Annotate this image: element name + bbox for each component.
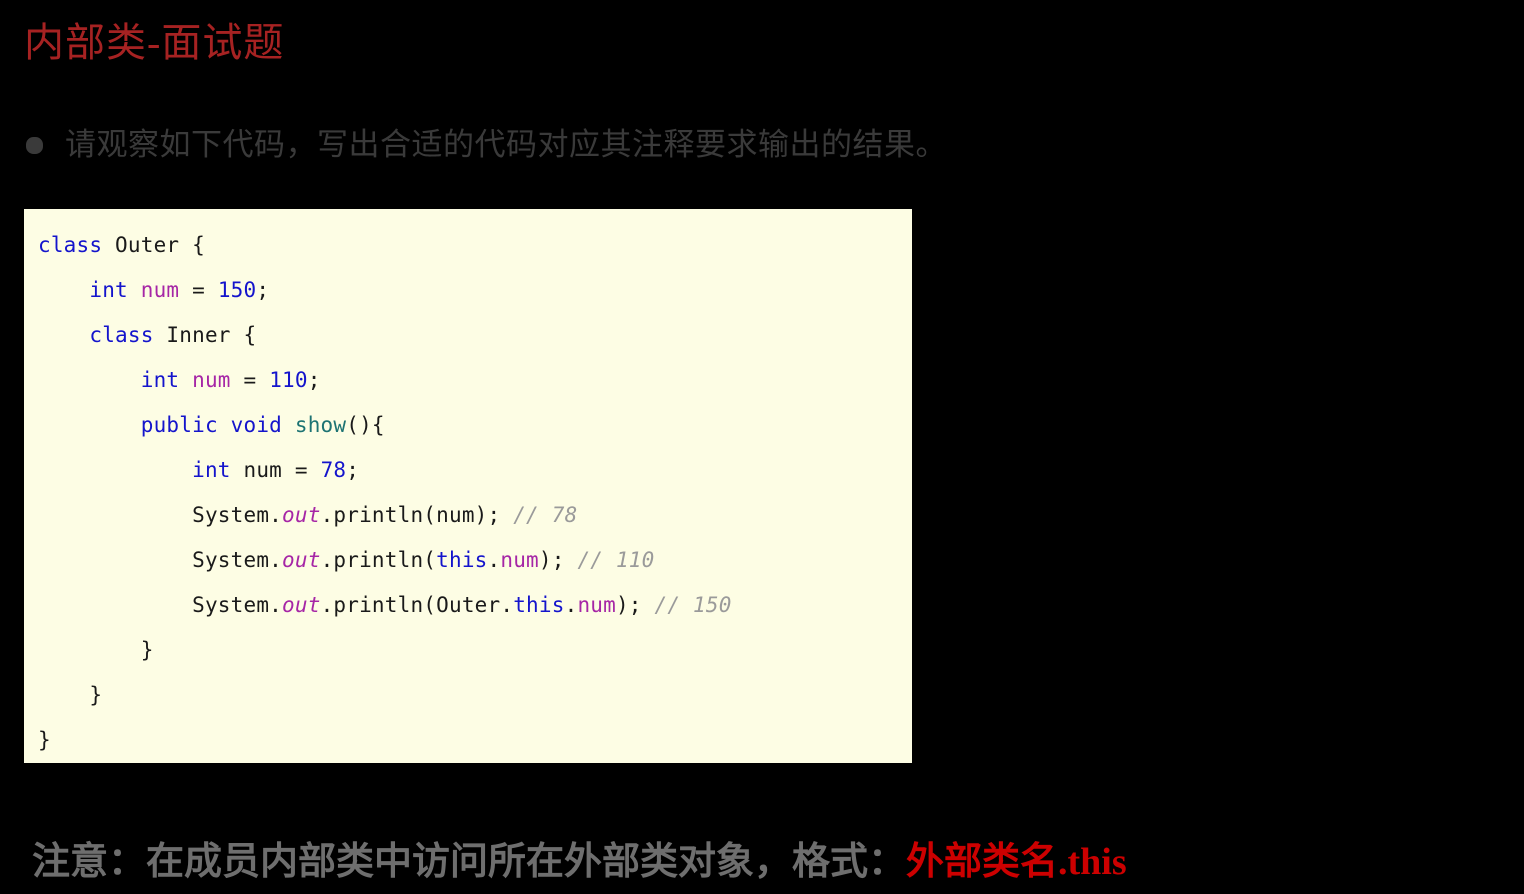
code-token-plain: .println(Outer. bbox=[320, 593, 514, 617]
code-token-plain: ; bbox=[256, 278, 270, 302]
code-token-plain: (){ bbox=[346, 413, 385, 437]
page-title: 内部类-面试题 bbox=[24, 20, 285, 65]
code-token-plain: System. bbox=[192, 548, 283, 572]
code-token-kw: public bbox=[140, 413, 218, 437]
code-token-static-f: out bbox=[282, 548, 321, 572]
bullet-point-icon bbox=[26, 136, 43, 154]
code-token-plain: ; bbox=[307, 368, 321, 392]
code-line: System.out.println(this.num); // 110 bbox=[38, 538, 912, 583]
code-token-static-f: out bbox=[282, 503, 321, 527]
code-token-plain: . bbox=[564, 593, 578, 617]
code-line: int num = 150; bbox=[38, 268, 912, 313]
code-token-num-lit: 110 bbox=[269, 368, 308, 392]
code-line: class Outer { bbox=[38, 223, 912, 268]
code-line: } bbox=[38, 718, 912, 763]
code-line: class Inner { bbox=[38, 313, 912, 358]
code-token-kw: class bbox=[38, 233, 103, 257]
code-token-plain: ); bbox=[615, 593, 655, 617]
bullet-item: 请观察如下代码，写出合适的代码对应其注释要求输出的结果。 bbox=[26, 124, 947, 166]
code-line: int num = 110; bbox=[38, 358, 912, 403]
code-token-kw: int bbox=[89, 278, 128, 302]
code-token-num-lit: 78 bbox=[320, 458, 347, 482]
code-token-plain: . bbox=[487, 548, 501, 572]
code-token-kw: this bbox=[513, 593, 565, 617]
code-token-kw: class bbox=[89, 323, 154, 347]
code-token-method: show bbox=[294, 413, 347, 437]
code-token-cmt: // 150 bbox=[654, 593, 732, 617]
code-line: System.out.println(num); // 78 bbox=[38, 493, 912, 538]
code-token-kw: int bbox=[192, 458, 231, 482]
code-line: int num = 78; bbox=[38, 448, 912, 493]
code-token-cmt: // 78 bbox=[513, 503, 578, 527]
code-token-field: num bbox=[192, 368, 231, 392]
code-token-static-f: out bbox=[282, 593, 321, 617]
bullet-item-label: 请观察如下代码，写出合适的代码对应其注释要求输出的结果。 bbox=[65, 127, 947, 162]
code-token-field: num bbox=[577, 593, 616, 617]
code-line: System.out.println(Outer.this.num); // 1… bbox=[38, 583, 912, 628]
code-line: } bbox=[38, 628, 912, 673]
code-token-kw: this bbox=[436, 548, 488, 572]
code-line: } bbox=[38, 673, 912, 718]
code-token-kw: int bbox=[140, 368, 180, 392]
code-token-plain: } bbox=[140, 638, 154, 662]
code-token-plain: ); bbox=[538, 548, 578, 572]
note-emphasis-text: 外部类名.this bbox=[906, 841, 1127, 883]
code-token-plain: num = bbox=[230, 458, 321, 482]
code-token-plain: } bbox=[89, 683, 103, 707]
code-token-plain: = bbox=[230, 368, 270, 392]
code-block: class Outer { int num = 150; class Inner… bbox=[24, 209, 912, 763]
code-token-plain: System. bbox=[192, 503, 283, 527]
code-token-kw: void bbox=[230, 413, 283, 437]
code-token-plain: .println(num); bbox=[320, 503, 514, 527]
code-token-plain: System. bbox=[192, 593, 283, 617]
code-token-field: num bbox=[500, 548, 539, 572]
note-lead-text: 注意：在成员内部类中访问所在外部类对象，格式： bbox=[32, 841, 907, 883]
code-token-num-lit: 150 bbox=[217, 278, 257, 302]
code-token-plain: Outer { bbox=[102, 233, 205, 257]
code-token-plain: ; bbox=[346, 458, 360, 482]
code-token-cmt: // 110 bbox=[577, 548, 655, 572]
code-token-plain: .println( bbox=[320, 548, 437, 572]
note-text: 注意：在成员内部类中访问所在外部类对象，格式：外部类名.this bbox=[32, 836, 1127, 888]
code-line: public void show(){ bbox=[38, 403, 912, 448]
code-token-field: num bbox=[140, 278, 180, 302]
code-token-plain: = bbox=[179, 278, 218, 302]
code-token-plain: Inner { bbox=[153, 323, 257, 347]
code-token-plain: } bbox=[38, 728, 51, 752]
